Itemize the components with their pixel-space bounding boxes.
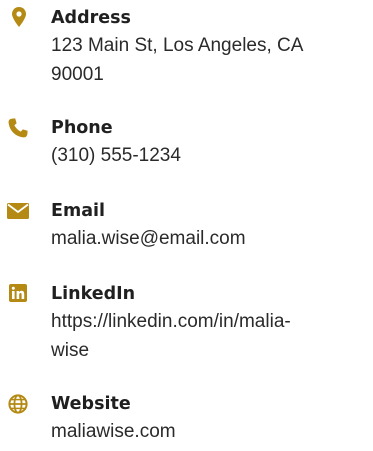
contact-value-linkedin[interactable]: https://linkedin.com/in/malia- wise	[51, 307, 369, 365]
location-pin-icon	[9, 7, 29, 27]
email-address: malia.wise@email.com	[51, 228, 246, 249]
linkedin-url-line-1: https://linkedin.com/in/malia-	[51, 311, 291, 332]
contact-value-website[interactable]: maliawise.com	[51, 417, 369, 446]
contact-value-address[interactable]: 123 Main St, Los Angeles, CA 90001	[51, 31, 369, 89]
contact-list: Address 123 Main St, Los Angeles, CA 900…	[0, 0, 373, 451]
email-envelope-icon	[7, 201, 29, 221]
globe-icon	[8, 394, 28, 414]
contact-label-address: Address	[51, 8, 131, 28]
address-line-2: 90001	[51, 64, 104, 85]
contact-label-phone: Phone	[51, 118, 113, 138]
contact-value-phone[interactable]: (310) 555-1234	[51, 141, 369, 170]
contact-label-website: Website	[51, 394, 131, 414]
address-line-1: 123 Main St, Los Angeles, CA	[51, 35, 304, 56]
website-url: maliawise.com	[51, 421, 176, 442]
contact-label-email: Email	[51, 201, 105, 221]
linkedin-url-line-2: wise	[51, 340, 90, 361]
contact-label-linkedin: LinkedIn	[51, 284, 136, 304]
contact-value-email[interactable]: malia.wise@email.com	[51, 224, 369, 253]
phone-icon	[8, 118, 28, 138]
linkedin-icon	[8, 283, 28, 303]
phone-number: (310) 555-1234	[51, 145, 181, 166]
